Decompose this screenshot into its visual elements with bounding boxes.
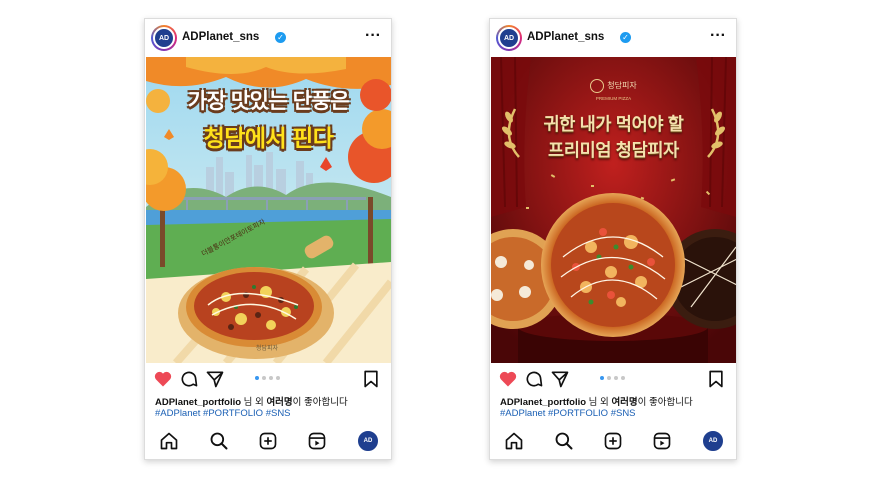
account-name[interactable]: ADPlanet_sns (527, 31, 604, 43)
carousel-dot-active (255, 376, 259, 380)
verified-badge-icon: ✓ (620, 32, 631, 43)
carousel-indicator (600, 376, 625, 380)
brand-name: 청담피자 (607, 81, 637, 91)
post-header: AD ADPlanet_sns ✓ ··· (145, 19, 391, 57)
likes-text: 님 외 (241, 397, 267, 408)
brand-logo: 청담피자 PREMIUM PIZZA (491, 77, 736, 101)
carousel-dot (614, 376, 618, 380)
instagram-post-premium: AD ADPlanet_sns ✓ ··· 청담피자 PREMIUM PIZZA… (489, 18, 737, 460)
liked-by-user[interactable]: ADPlanet_portfolio (500, 397, 586, 408)
heart-icon[interactable] (153, 369, 173, 389)
liked-by-others[interactable]: 여러명 (266, 397, 292, 408)
share-icon[interactable] (205, 369, 225, 389)
carousel-dot (276, 376, 280, 380)
likes-text: 님 외 (586, 397, 612, 408)
search-icon[interactable] (209, 431, 229, 451)
carousel-dot-active (600, 376, 604, 380)
more-options-icon[interactable]: ··· (365, 27, 381, 45)
share-icon[interactable] (550, 369, 570, 389)
reels-icon[interactable] (652, 431, 672, 451)
bookmark-icon[interactable] (361, 369, 381, 389)
brand-logo-emblem (590, 78, 605, 93)
carousel-dot (262, 376, 266, 380)
verified-badge-icon: ✓ (275, 32, 286, 43)
headline-line-1: 귀한 내가 먹어야 할 (543, 114, 684, 134)
carousel-indicator (255, 376, 280, 380)
avatar-logo: AD (498, 27, 520, 49)
home-icon[interactable] (159, 431, 179, 451)
post-header: AD ADPlanet_sns ✓ ··· (490, 19, 736, 57)
action-bar (145, 369, 391, 391)
likes-text-end: 이 좋아합니다 (637, 397, 693, 408)
profile-avatar-icon[interactable]: AD (703, 431, 723, 451)
account-name[interactable]: ADPlanet_sns (182, 31, 259, 43)
headline-line-1: 가장 맛있는 단풍은 (187, 90, 350, 113)
bookmark-icon[interactable] (706, 369, 726, 389)
add-icon[interactable] (603, 431, 623, 451)
likes-summary: ADPlanet_portfolio 님 외 여러명이 좋아합니다 (155, 394, 348, 408)
carousel-dot (621, 376, 625, 380)
carousel-dot (607, 376, 611, 380)
likes-summary: ADPlanet_portfolio 님 외 여러명이 좋아합니다 (500, 394, 693, 408)
liked-by-user[interactable]: ADPlanet_portfolio (155, 397, 241, 408)
avatar-logo: AD (153, 27, 175, 49)
heart-icon[interactable] (498, 369, 518, 389)
premium-pizza-illustration (491, 57, 736, 363)
hashtags[interactable]: #ADPlanet #PORTFOLIO #SNS (500, 408, 636, 419)
likes-text-end: 이 좋아합니다 (292, 397, 348, 408)
reels-icon[interactable] (307, 431, 327, 451)
more-options-icon[interactable]: ··· (710, 27, 726, 45)
post-image[interactable]: 청담피자 PREMIUM PIZZA 귀한 내가 먹어야 할 프리미엄 청담피자 (491, 57, 736, 363)
comment-icon[interactable] (524, 369, 544, 389)
post-image[interactable]: 가장 맛있는 단풍은 청담에서 핀다 더블통이안포테이토피자 청담피자 (146, 57, 391, 363)
instagram-post-autumn: AD ADPlanet_sns ✓ ··· 가장 맛있는 단풍은 청담에서 핀다… (144, 18, 392, 460)
bottom-navigation: AD (490, 429, 736, 455)
add-icon[interactable] (258, 431, 278, 451)
brand-watermark: 청담피자 (256, 346, 279, 352)
headline-line-2: 프리미엄 청담피자 (548, 140, 679, 160)
brand-subtitle: PREMIUM PIZZA (595, 96, 632, 101)
profile-avatar-icon[interactable]: AD (358, 431, 378, 451)
account-avatar[interactable]: AD (151, 25, 177, 51)
bottom-navigation: AD (145, 429, 391, 455)
comment-icon[interactable] (179, 369, 199, 389)
carousel-dot (269, 376, 273, 380)
hashtags[interactable]: #ADPlanet #PORTFOLIO #SNS (155, 408, 291, 419)
home-icon[interactable] (504, 431, 524, 451)
headline: 가장 맛있는 단풍은 청담에서 핀다 (146, 85, 391, 153)
account-avatar[interactable]: AD (496, 25, 522, 51)
action-bar (490, 369, 736, 391)
search-icon[interactable] (554, 431, 574, 451)
headline-line-2: 청담에서 핀다 (203, 125, 334, 151)
liked-by-others[interactable]: 여러명 (611, 397, 637, 408)
